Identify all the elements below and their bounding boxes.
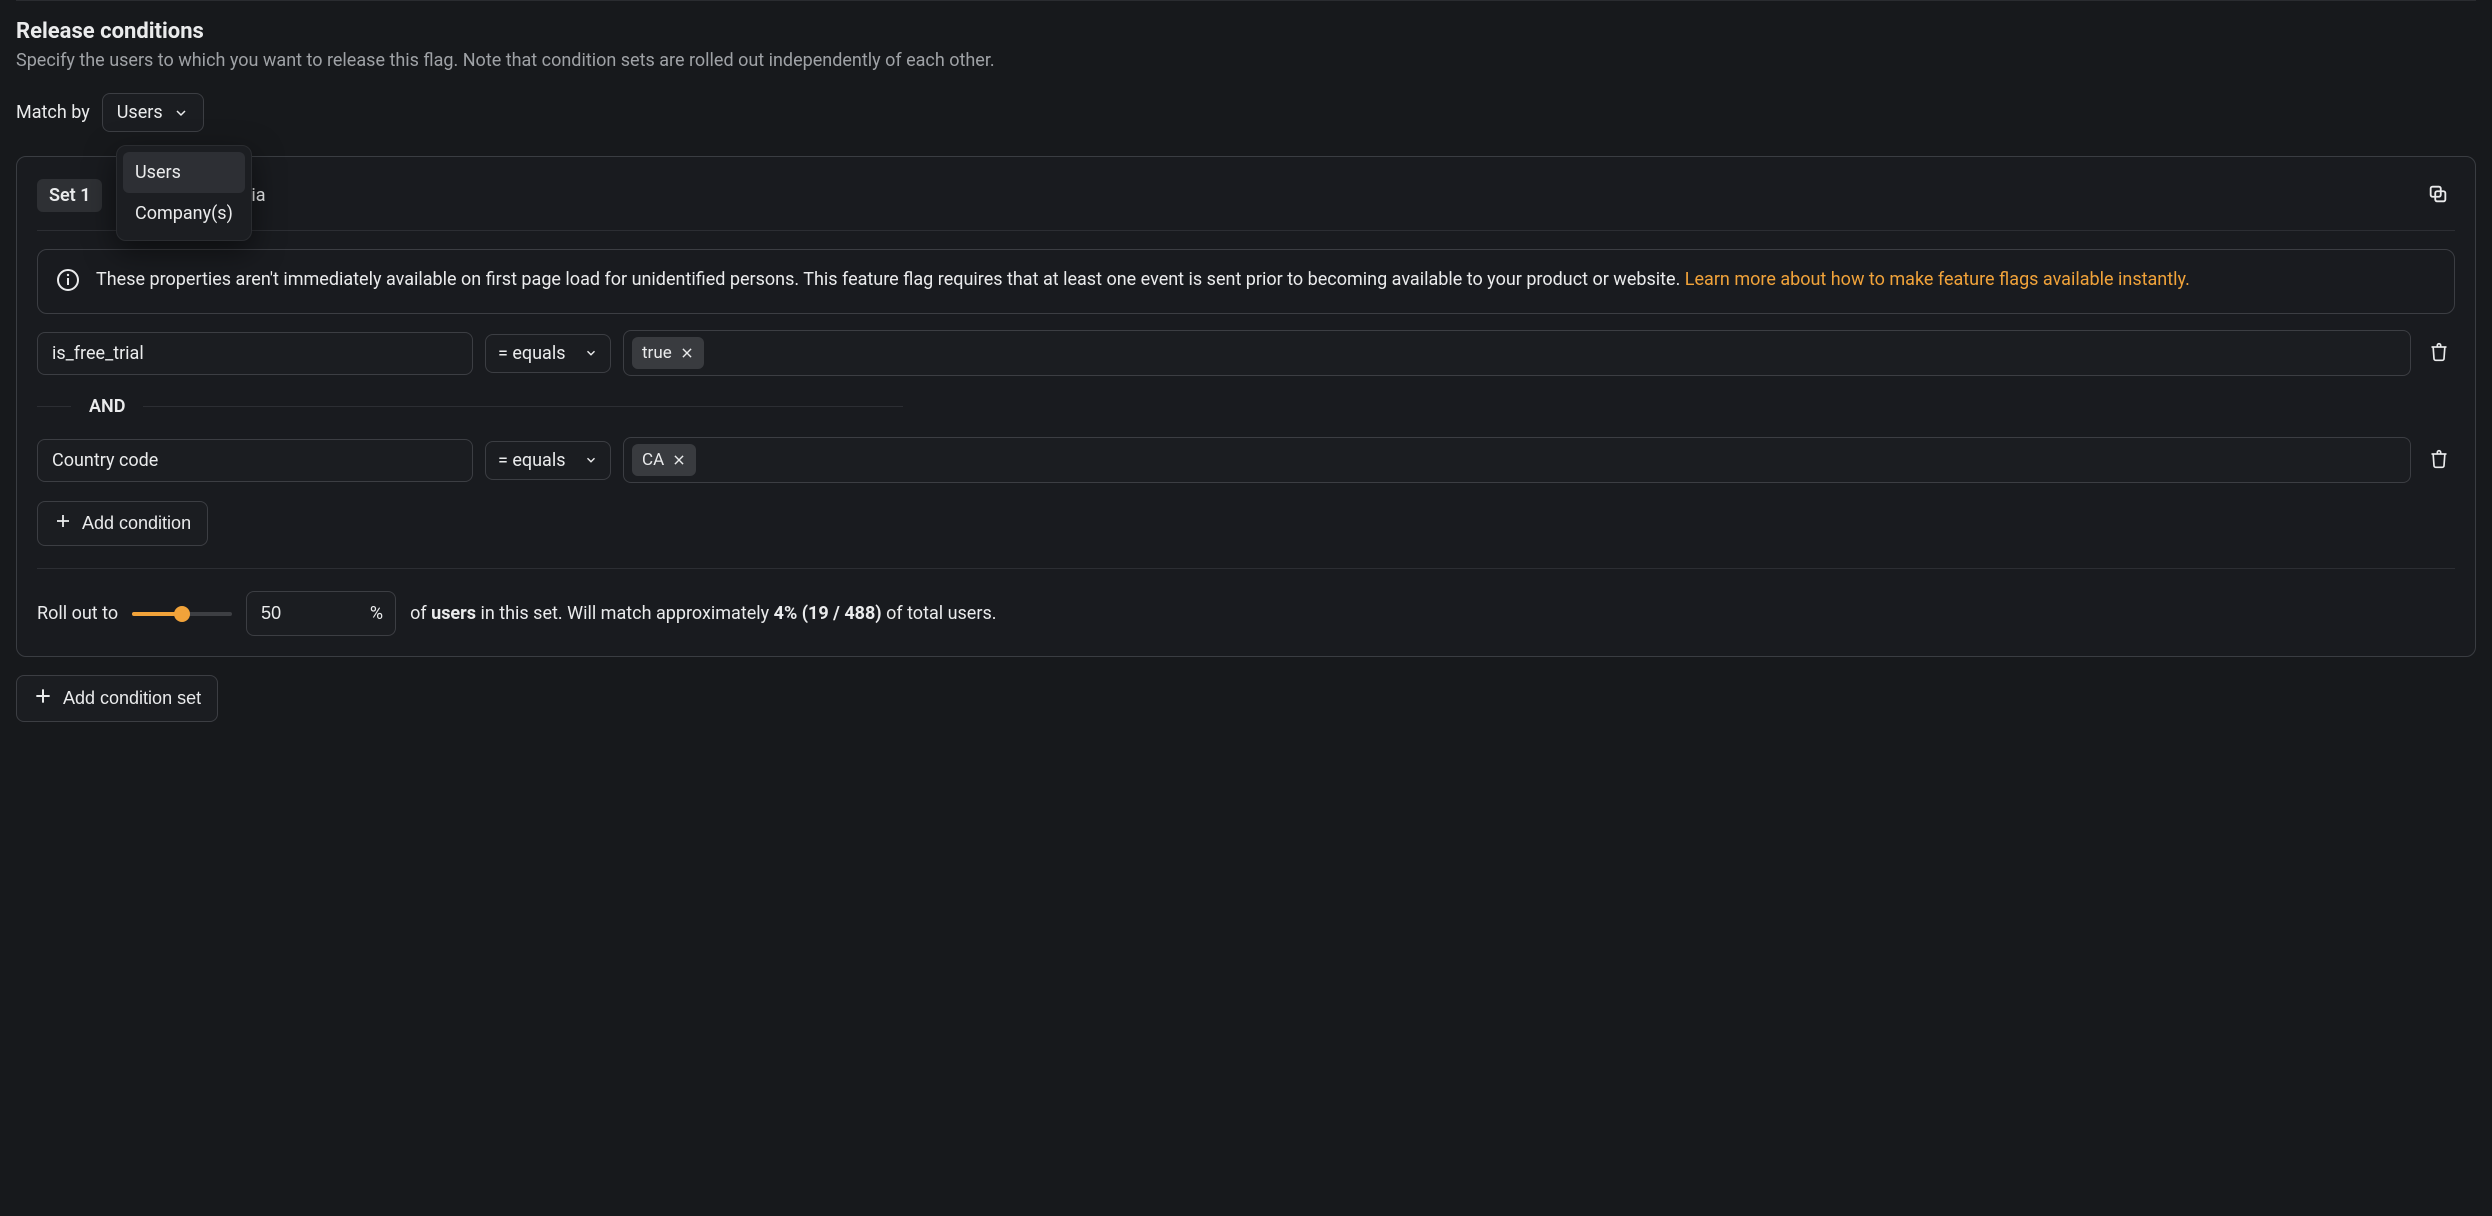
rollout-text-mid: in this set. Will match approximately xyxy=(476,603,774,624)
info-icon xyxy=(56,268,80,297)
info-callout: These properties aren't immediately avai… xyxy=(37,249,2455,314)
delete-condition-button[interactable] xyxy=(2423,336,2455,371)
match-by-row: Match by Users Users Company(s) xyxy=(16,93,2476,132)
and-separator: AND xyxy=(37,396,2455,417)
and-label: AND xyxy=(89,396,125,417)
value-chip: CA xyxy=(632,444,696,476)
values-input[interactable]: CA xyxy=(623,437,2411,483)
match-by-dropdown: Users Company(s) xyxy=(116,145,252,241)
match-by-label: Match by xyxy=(16,102,90,123)
match-by-option-companies[interactable]: Company(s) xyxy=(123,193,245,234)
rollout-summary: of users in this set. Will match approxi… xyxy=(410,603,996,624)
close-icon[interactable] xyxy=(672,453,686,467)
percent-sign: % xyxy=(370,603,383,624)
property-input[interactable]: Country code xyxy=(37,439,473,482)
chevron-down-icon xyxy=(584,346,598,360)
property-input[interactable]: is_free_trial xyxy=(37,332,473,375)
rollout-counts: (19 / 488) xyxy=(797,603,886,624)
chevron-down-icon xyxy=(584,453,598,467)
separator-line xyxy=(143,406,903,407)
info-message: These properties aren't immediately avai… xyxy=(96,266,2190,293)
match-by-select[interactable]: Users xyxy=(102,93,204,132)
match-by-option-users[interactable]: Users xyxy=(123,152,245,193)
close-icon[interactable] xyxy=(680,346,694,360)
condition-row: Country code = equals CA xyxy=(37,437,2455,483)
values-input[interactable]: true xyxy=(623,330,2411,376)
set-badge: Set 1 xyxy=(37,179,102,212)
condition-set-panel: Set 1 against the criteria These propert… xyxy=(16,156,2476,657)
plus-icon xyxy=(33,686,53,711)
separator-line xyxy=(37,406,71,407)
trash-icon xyxy=(2429,457,2449,472)
condition-row: is_free_trial = equals true xyxy=(37,330,2455,376)
match-by-value: Users xyxy=(117,102,163,123)
operator-value: = equals xyxy=(498,343,566,364)
copy-icon xyxy=(2427,193,2449,208)
rollout-slider[interactable] xyxy=(132,604,232,624)
rollout-text-suffix: of total users. xyxy=(886,603,996,624)
slider-thumb[interactable] xyxy=(174,606,190,622)
add-condition-label: Add condition xyxy=(82,513,191,534)
info-learn-more-link[interactable]: Learn more about how to make feature fla… xyxy=(1685,269,2190,290)
chevron-down-icon xyxy=(173,105,189,121)
operator-value: = equals xyxy=(498,450,566,471)
operator-select[interactable]: = equals xyxy=(485,334,611,373)
add-condition-button[interactable]: Add condition xyxy=(37,501,208,546)
add-condition-set-button[interactable]: Add condition set xyxy=(16,675,218,722)
rollout-row: Roll out to % of users in this set. Will… xyxy=(37,568,2455,636)
trash-icon xyxy=(2429,350,2449,365)
rollout-label: Roll out to xyxy=(37,603,118,624)
rollout-users-word: users xyxy=(431,603,476,624)
value-chip-text: CA xyxy=(642,450,664,470)
rollout-percent-field[interactable] xyxy=(259,602,319,625)
operator-select[interactable]: = equals xyxy=(485,441,611,480)
plus-icon xyxy=(54,512,72,535)
rollout-percent-input[interactable]: % xyxy=(246,591,396,636)
divider-top xyxy=(16,0,2476,1)
panel-header: Set 1 against the criteria xyxy=(37,177,2455,231)
info-text: These properties aren't immediately avai… xyxy=(96,269,1685,290)
copy-set-button[interactable] xyxy=(2421,177,2455,214)
add-condition-set-label: Add condition set xyxy=(63,688,201,709)
delete-condition-button[interactable] xyxy=(2423,443,2455,478)
section-subtitle: Specify the users to which you want to r… xyxy=(16,50,2476,71)
rollout-text-prefix: of xyxy=(410,603,431,624)
value-chip-text: true xyxy=(642,343,672,363)
rollout-approx-pct: 4% xyxy=(774,603,798,624)
section-title: Release conditions xyxy=(16,19,2476,44)
value-chip: true xyxy=(632,337,704,369)
panel-header-text: against the criteria xyxy=(116,185,2407,206)
